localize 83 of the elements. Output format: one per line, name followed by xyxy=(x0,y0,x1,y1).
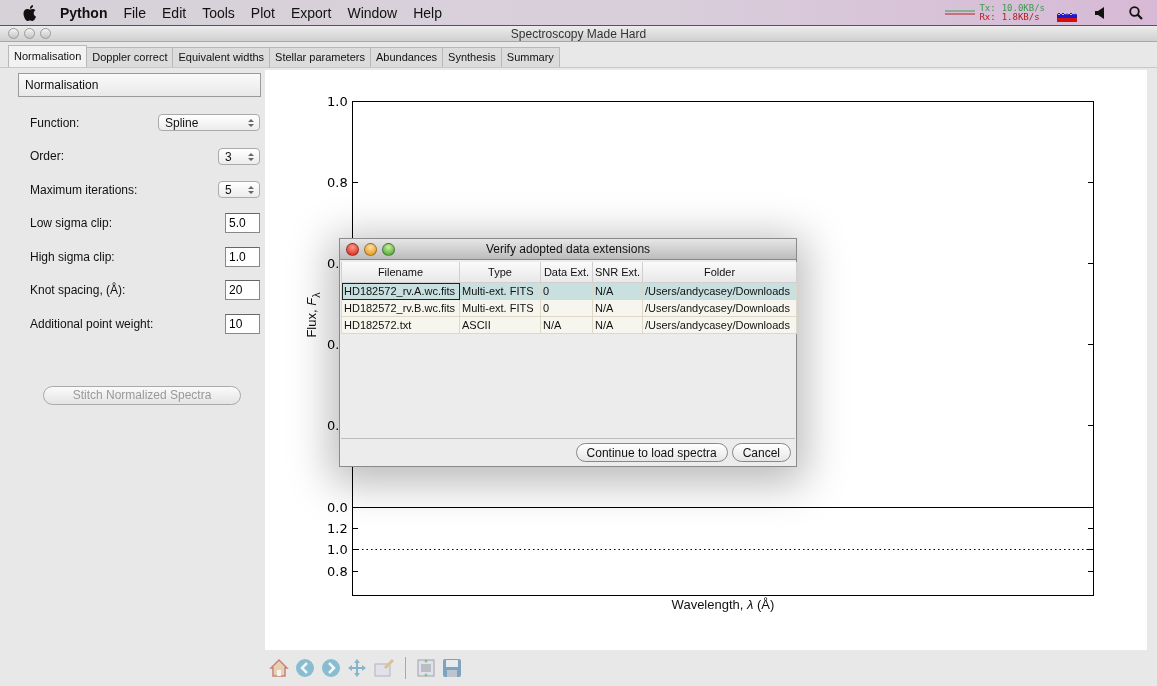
table-cell: N/A xyxy=(592,299,643,317)
speaker-icon[interactable] xyxy=(1095,6,1105,19)
field-label: High sigma clip: xyxy=(30,249,115,264)
table-cell: /Users/andycasey/Downloads xyxy=(642,299,797,317)
table-cell: HD182572_rv.B.wc.fits xyxy=(341,299,460,317)
menu-item[interactable]: Edit xyxy=(154,4,195,21)
column-header[interactable]: Folder xyxy=(642,262,797,283)
menu-item[interactable]: Tools xyxy=(194,4,243,21)
zoom-icon[interactable] xyxy=(373,658,395,678)
table-cell: /Users/andycasey/Downloads xyxy=(642,316,797,334)
tab[interactable]: Synthesis xyxy=(442,47,502,67)
save-icon[interactable] xyxy=(442,658,462,678)
column-header[interactable]: SNR Ext. xyxy=(592,262,643,283)
table-cell: Multi-ext. FITS xyxy=(459,282,541,300)
tick-label: 0. xyxy=(327,256,340,271)
input-field[interactable]: 20 xyxy=(225,280,260,301)
field-label: Order: xyxy=(30,149,64,164)
tick-label: 1.0 xyxy=(327,94,348,109)
menu-item[interactable]: File xyxy=(115,4,154,21)
table-cell: HD182572.txt xyxy=(341,316,460,334)
search-icon[interactable] xyxy=(1129,5,1143,20)
table-cell: HD182572_rv.A.wc.fits xyxy=(341,282,460,300)
tab[interactable]: Doppler correct xyxy=(86,47,174,67)
tab[interactable]: Abundances xyxy=(369,47,444,67)
tick-label: 1.2 xyxy=(327,521,348,536)
home-icon[interactable] xyxy=(269,658,289,678)
column-header[interactable]: Type xyxy=(459,262,541,283)
input-field[interactable]: 1.0 xyxy=(225,246,260,267)
stepper-arrows-icon xyxy=(248,185,254,196)
subplots-icon[interactable] xyxy=(416,658,436,678)
download-rate: Rx: 1.8KB/s xyxy=(979,12,1040,22)
column-header[interactable]: Data Ext. xyxy=(540,262,593,283)
zoom-button[interactable] xyxy=(40,28,51,39)
tab[interactable]: Equivalent widths xyxy=(172,47,271,67)
table-cell: N/A xyxy=(592,282,643,300)
cancel-button[interactable]: Cancel xyxy=(731,443,791,462)
field-label: Function: xyxy=(30,115,80,130)
field-label: Maximum iterations: xyxy=(30,182,138,197)
table-cell: /Users/andycasey/Downloads xyxy=(642,282,797,300)
table-cell: N/A xyxy=(540,316,593,334)
tab[interactable]: Stellar parameters xyxy=(269,47,371,67)
table-cell: 0 xyxy=(540,282,593,300)
menu-item[interactable]: Window xyxy=(339,4,406,21)
menu-item[interactable]: Help xyxy=(405,4,450,21)
spinner-field[interactable]: 5 xyxy=(218,181,260,199)
tab[interactable]: Summary xyxy=(500,47,560,67)
stepper-arrows-icon xyxy=(248,118,254,129)
field-label: Low sigma clip: xyxy=(30,216,113,231)
tick-label: 0.8 xyxy=(327,564,348,579)
upload-rate: Tx: 10.0KB/s xyxy=(979,3,1045,13)
tick-label: 0.0 xyxy=(327,500,348,515)
field-label: Additional point weight: xyxy=(30,316,154,331)
table-cell: ASCII xyxy=(459,316,541,334)
stepper-arrows-icon xyxy=(248,151,254,162)
menu-item[interactable]: Python xyxy=(52,4,116,21)
tick-label: 0. xyxy=(327,337,340,352)
tick-label: 0.8 xyxy=(327,175,348,190)
minimize-button[interactable] xyxy=(24,28,35,39)
tab[interactable]: Normalisation xyxy=(8,45,88,67)
dropdown[interactable]: Spline xyxy=(158,114,260,132)
tick-label: 0. xyxy=(327,418,340,433)
table-cell: N/A xyxy=(592,316,643,334)
zoom-button[interactable] xyxy=(382,242,395,256)
close-button[interactable] xyxy=(346,242,359,256)
field-label: Knot spacing, (Å): xyxy=(30,283,126,298)
axis-label: Wavelength, λ (Å) xyxy=(671,597,775,612)
move-icon[interactable] xyxy=(347,658,367,678)
tick-label: 1.0 xyxy=(327,542,348,557)
dialog-title: Verify adopted data extensions xyxy=(484,242,652,256)
menu-item[interactable]: Plot xyxy=(242,4,283,21)
table-cell: Multi-ext. FITS xyxy=(459,299,541,317)
continue-button[interactable]: Continue to load spectra xyxy=(575,443,728,462)
table-cell: 0 xyxy=(540,299,593,317)
menu-item[interactable]: Export xyxy=(282,4,340,21)
spinner-field[interactable]: 3 xyxy=(218,147,260,165)
input-field[interactable]: 10 xyxy=(225,313,260,334)
window-title: Spectroscopy Made Hard xyxy=(509,27,648,41)
minimize-button[interactable] xyxy=(364,242,377,256)
panel-header: Normalisation xyxy=(18,73,261,97)
input-field[interactable]: 5.0 xyxy=(225,213,260,234)
traffic-graph xyxy=(945,8,976,17)
column-header[interactable]: Filename xyxy=(341,262,460,283)
apple-icon[interactable] xyxy=(22,3,38,22)
